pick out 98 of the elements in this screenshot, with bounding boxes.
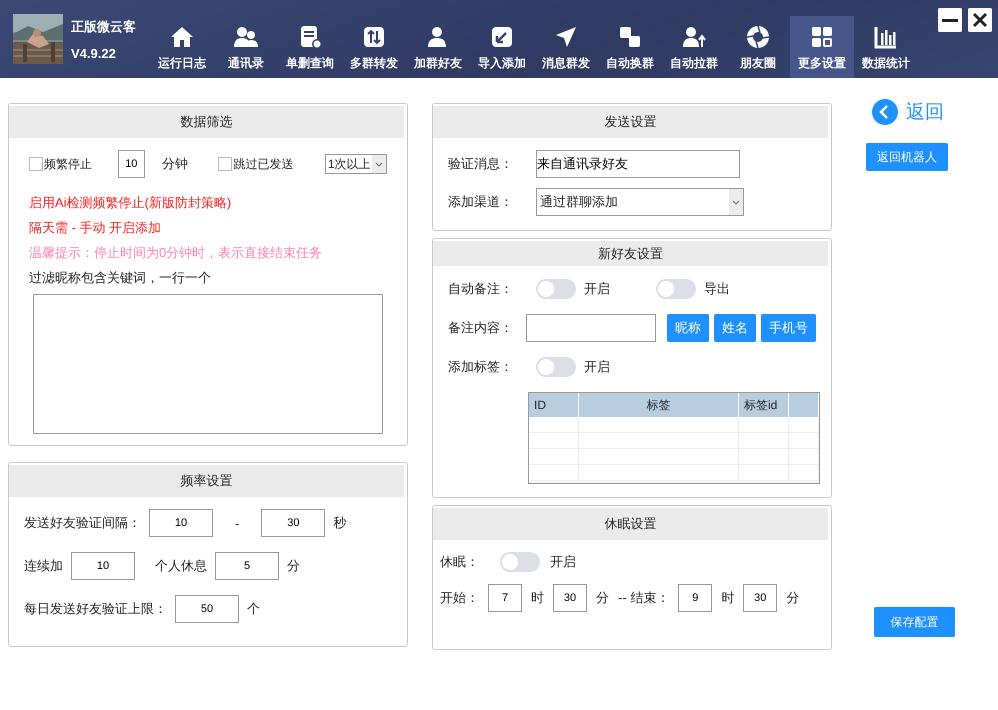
nav-tab[interactable]: 更多设置 [790,16,854,78]
input-field[interactable]: 30 [743,584,778,612]
nav-icon [298,25,322,49]
table-cell [529,449,579,465]
column-header [789,393,819,417]
checkbox[interactable] [218,157,232,171]
panel-header: 频率设置 [9,465,404,497]
input-field[interactable]: 30 [553,584,587,612]
input-field[interactable]: 9 [678,584,712,612]
table-cell [789,465,819,481]
table-cell [529,465,579,481]
nav-tab[interactable]: 多群转发 [342,16,406,78]
input-field[interactable]: 来自通讯录好友 [536,150,740,178]
dash-text: - [235,516,240,530]
input-field[interactable]: 30 [261,509,326,537]
toggle-label: 开启 [550,553,576,571]
field-label: 验证消息： [448,155,514,173]
panel-header: 新好友设置 [433,241,828,266]
label-text: 秒 [333,514,346,532]
table-cell [789,417,819,433]
field-label: 自动备注： [448,280,514,298]
label-text: 时 [531,589,544,607]
panel-header: 发送设置 [433,106,828,138]
field-label: 添加标签： [448,358,514,376]
label-text: 分钟 [162,155,188,173]
table-cell [739,417,789,433]
toggle-label: 导出 [704,280,730,298]
column-header: 标签id [739,393,789,417]
version-text: V4.9.22 [71,46,117,60]
nav-tab[interactable]: 朋友圈 [726,16,790,78]
nav-tab[interactable]: 加群好友 [406,16,470,78]
field-label: 过滤昵称包含关键词，一行一个 [29,269,212,287]
nav-icon [490,25,514,49]
nav-icon [810,25,834,49]
nav-tab[interactable]: 自动拉群 [662,16,726,78]
times-dropdown[interactable]: 1次以上 [324,154,388,174]
label-text: 个人休息 [155,557,207,575]
label-text: 分 [596,589,609,607]
nav-icon [170,25,194,49]
toggle-switch[interactable] [536,357,576,377]
nav-icon [234,25,258,49]
checkbox[interactable] [29,157,43,171]
column-header: ID [529,393,579,417]
input-field[interactable] [526,314,656,342]
nav-icon [746,25,770,49]
nav-icon [362,25,386,49]
label-text: 开始： [440,589,479,607]
notice-text: 隔天需 - 手动 开启添加 [29,219,162,237]
nav-tab[interactable]: 数据统计 [854,16,918,78]
checkbox-label: 跳过已发送 [233,156,294,172]
nav-icon [682,25,706,49]
column-header: 标签 [579,393,739,417]
field-label: 备注内容： [448,319,514,337]
input-field[interactable]: 10 [118,150,145,178]
label-text: 分 [786,589,800,607]
nav-tab[interactable]: 运行日志 [150,16,214,78]
checkbox-label: 频繁停止 [44,156,92,172]
nav-icon [554,25,578,49]
input-field[interactable]: 50 [175,595,239,623]
table-cell [789,449,819,465]
panel-header: 休眠设置 [433,508,828,540]
back-icon [872,99,898,125]
nav-tab[interactable]: 通讯录 [214,16,278,78]
keyword-textarea[interactable] [33,294,383,434]
input-field[interactable]: 10 [71,552,135,580]
nav-tab[interactable]: 消息群发 [534,16,598,78]
input-field[interactable]: 10 [149,509,213,537]
toggle-switch[interactable] [536,279,576,299]
table-cell [529,417,579,433]
label-text: -- 结束： [618,589,670,607]
label-text: 发送好友验证间隔： [24,514,141,532]
input-field[interactable]: 7 [488,584,522,612]
notice-text: 启用Ai检测频繁停止(新版防封策略) [29,194,232,212]
table-cell [529,433,579,449]
notice-text: 温馨提示：停止时间为0分钟时，表示直接结束任务 [29,244,324,262]
channel-dropdown[interactable]: 通过群聊添加 [536,188,744,216]
toggle-switch[interactable] [656,279,696,299]
label-text: 分 [287,557,300,575]
nav-icon [618,25,642,49]
label-text: 时 [721,589,734,607]
field-label: 添加渠道： [448,193,514,211]
table-cell [789,433,819,449]
toggle-label: 开启 [584,358,610,376]
toggle-switch[interactable] [500,552,540,572]
nav-tab[interactable]: 导入添加 [470,16,534,78]
nav-tab[interactable]: 自动换群 [598,16,662,78]
panel-header: 数据筛选 [9,106,404,138]
label-text: 每日发送好友验证上限： [24,600,167,618]
nav-icon [874,25,898,49]
label-text: 休眠： [440,553,479,571]
minimize-icon[interactable] [938,8,962,32]
nav-tab[interactable]: 单删查询 [278,16,342,78]
input-field[interactable]: 5 [215,552,279,580]
app-name: 正版微云客 [71,18,136,36]
label-text: 个 [247,600,260,618]
label-text: 连续加 [24,557,63,575]
toggle-label: 开启 [584,280,610,298]
close-icon[interactable] [968,8,992,32]
